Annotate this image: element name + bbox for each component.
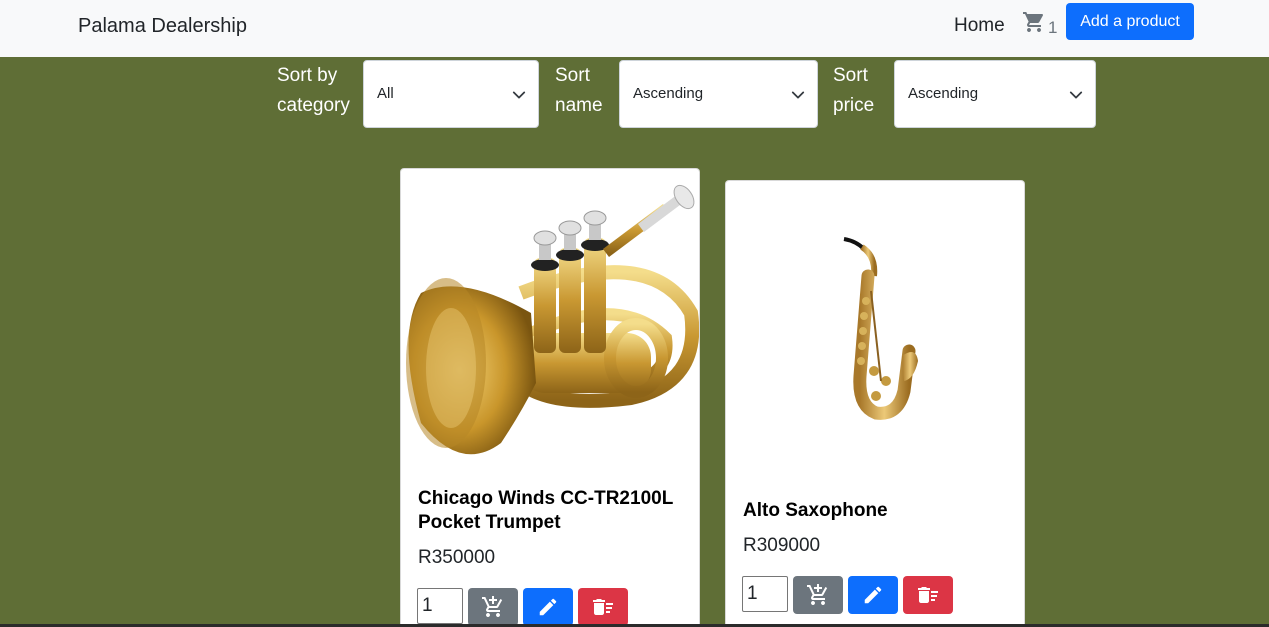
product-title-line1: Alto Saxophone — [743, 500, 888, 521]
trumpet-image — [406, 184, 699, 455]
sort-name-label-line1: Sort — [555, 65, 590, 86]
chevron-down-icon — [1069, 91, 1083, 99]
chevron-down-icon — [512, 91, 526, 99]
sort-name-label: Sort name — [555, 61, 603, 121]
product-title-line2: Pocket Trumpet — [418, 512, 561, 533]
pencil-icon — [864, 586, 882, 604]
product-title-line1: Chicago Winds CC-TR2100L — [418, 488, 674, 509]
cart-link[interactable]: 1 — [1022, 10, 1062, 38]
quantity-input[interactable]: 1 — [742, 576, 788, 612]
sort-category-label-line2: category — [277, 95, 350, 116]
sort-price-label: Sort price — [833, 61, 874, 121]
sort-price-label-line2: price — [833, 95, 875, 116]
add-shopping-cart-icon — [482, 596, 503, 617]
saxophone-image — [843, 237, 918, 420]
brand-link[interactable]: Palama Dealership — [78, 15, 247, 38]
sort-name-label-line2: name — [555, 95, 603, 116]
product-card: Alto Saxophone R309000 1 — [725, 180, 1025, 627]
product-image — [401, 183, 699, 469]
navbar: Palama Dealership Home 1 Add a product — [0, 0, 1269, 57]
cart-count: 1 — [1048, 18, 1058, 37]
sort-category-select[interactable]: All — [363, 60, 539, 128]
add-to-cart-button[interactable] — [793, 576, 843, 614]
sort-name-select[interactable]: Ascending — [619, 60, 818, 128]
product-title: Alto Saxophone — [743, 499, 888, 523]
product-image — [726, 231, 1024, 436]
delete-button[interactable] — [578, 588, 628, 626]
sort-price-select[interactable]: Ascending — [894, 60, 1096, 128]
product-card: Chicago Winds CC-TR2100L Pocket Trumpet … — [400, 168, 700, 627]
nav-home-link[interactable]: Home — [954, 15, 1005, 37]
delete-sweep-icon — [918, 587, 938, 603]
sort-category-value: All — [377, 85, 394, 102]
edit-button[interactable] — [848, 576, 898, 614]
chevron-down-icon — [791, 91, 805, 99]
sort-category-label: Sort by category — [277, 61, 350, 121]
edit-button[interactable] — [523, 588, 573, 626]
sort-category-label-line1: Sort by — [277, 65, 338, 86]
product-price: R309000 — [743, 535, 821, 556]
add-product-button[interactable]: Add a product — [1066, 3, 1194, 40]
sort-price-value: Ascending — [908, 85, 979, 102]
product-title: Chicago Winds CC-TR2100L Pocket Trumpet — [418, 487, 673, 535]
cart-icon — [1023, 12, 1044, 32]
delete-sweep-icon — [593, 599, 613, 615]
product-price: R350000 — [418, 547, 496, 568]
add-shopping-cart-icon — [807, 584, 828, 605]
add-to-cart-button[interactable] — [468, 588, 518, 626]
sort-price-label-line1: Sort — [833, 65, 868, 86]
delete-button[interactable] — [903, 576, 953, 614]
pencil-icon — [539, 598, 557, 616]
quantity-input[interactable]: 1 — [417, 588, 463, 624]
sort-name-value: Ascending — [633, 85, 704, 102]
